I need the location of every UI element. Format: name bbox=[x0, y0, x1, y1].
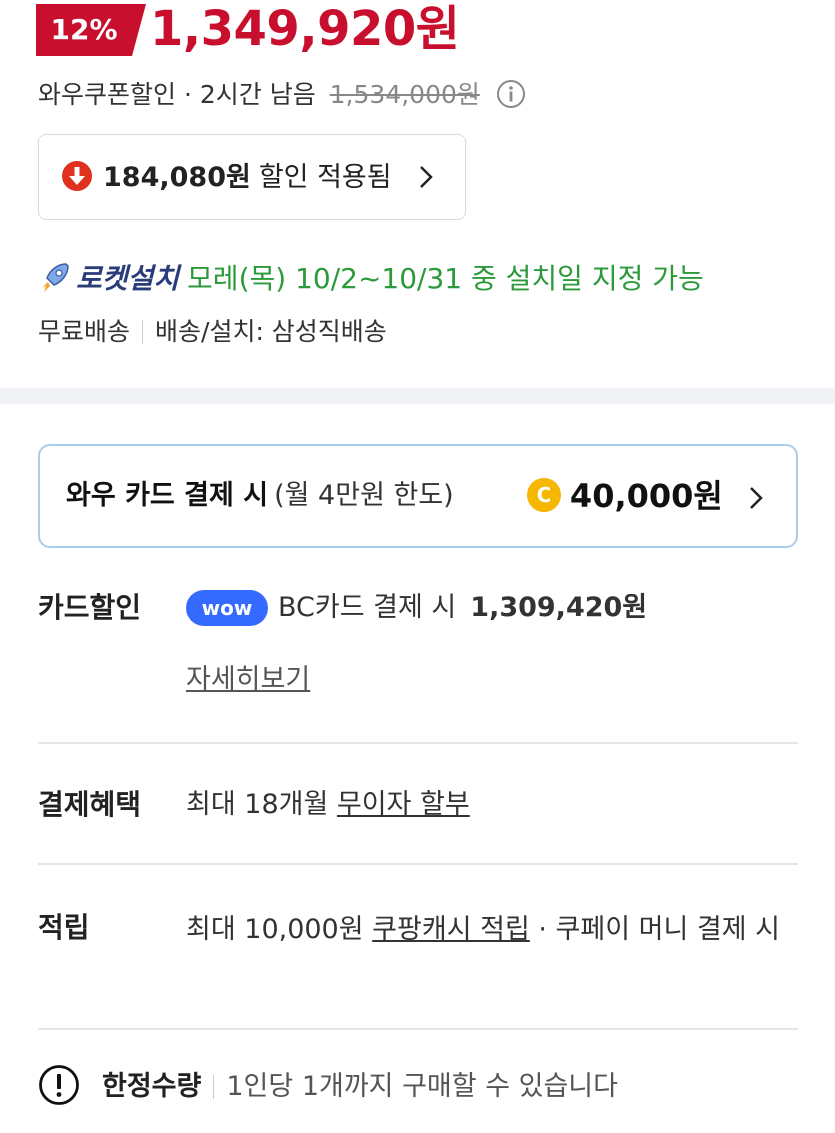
installment-prefix: 최대 18개월 bbox=[186, 789, 329, 820]
points-suffix: · 쿠페이 머니 결제 시 bbox=[538, 914, 781, 945]
discount-label: 할인 적용됨 bbox=[258, 162, 392, 193]
free-shipping: 무료배송 bbox=[38, 317, 131, 346]
interest-free-installment-link[interactable]: 무이자 할부 bbox=[337, 789, 470, 820]
card-discount-value: BC카드 결제 시 1,309,420원 bbox=[278, 588, 647, 628]
coin-letter: C bbox=[537, 483, 552, 507]
install-schedule: 모레(목) 10/2~10/31 중 설치일 지정 가능 bbox=[187, 262, 704, 295]
limited-quantity-row: 한정수량 1인당 1개까지 구매할 수 있습니다 bbox=[38, 1064, 618, 1109]
rocket-install-brand: 로켓설치 bbox=[76, 262, 180, 295]
divider bbox=[38, 742, 798, 744]
wow-card-benefit-button[interactable]: 와우 카드 결제 시 (월 4만원 한도) C 40,000원 bbox=[38, 444, 798, 548]
limited-quantity-text: 1인당 1개까지 구매할 수 있습니다 bbox=[226, 1071, 618, 1102]
rocket-icon bbox=[36, 258, 74, 296]
chevron-right-icon bbox=[418, 139, 434, 225]
divider bbox=[142, 320, 144, 344]
rocket-install-row: 로켓설치 모레(목) 10/2~10/31 중 설치일 지정 가능 bbox=[36, 258, 704, 300]
payment-benefit-value: 최대 18개월 무이자 할부 bbox=[186, 785, 470, 825]
wow-card-title: 와우 카드 결제 시 bbox=[66, 480, 269, 511]
points-value: 최대 10,000원 쿠팡캐시 적립 · 쿠페이 머니 결제 시 bbox=[186, 908, 798, 952]
points-prefix: 최대 10,000원 bbox=[186, 914, 364, 945]
divider bbox=[38, 863, 798, 865]
section-divider bbox=[0, 388, 835, 404]
points-label: 적립 bbox=[38, 911, 90, 944]
exclamation-icon bbox=[38, 1064, 80, 1106]
discount-rate: 12% bbox=[50, 13, 118, 46]
discount-amount: 184,080원 bbox=[103, 162, 251, 193]
coupon-label: 와우쿠폰할인 · 2시간 남음 bbox=[38, 80, 316, 109]
shipping-row: 무료배송 배송/설치: 삼성직배송 bbox=[38, 312, 387, 352]
discount-applied-button[interactable]: 184,080원 할인 적용됨 bbox=[38, 134, 466, 220]
info-icon[interactable] bbox=[496, 79, 526, 109]
wow-badge-text: wow bbox=[201, 596, 253, 620]
coupon-row: 와우쿠폰할인 · 2시간 남음 1,534,000원 bbox=[38, 76, 526, 114]
down-arrow-circle-icon bbox=[61, 141, 93, 191]
wow-card-reward: 40,000원 bbox=[569, 477, 723, 515]
original-price: 1,534,000원 bbox=[329, 80, 480, 109]
divider bbox=[38, 1028, 798, 1030]
coupang-cash-link[interactable]: 쿠팡캐시 적립 bbox=[372, 914, 530, 945]
chevron-right-icon bbox=[748, 450, 764, 550]
limited-quantity-label: 한정수량 bbox=[102, 1071, 202, 1102]
sale-price: 1,349,920원 bbox=[150, 1, 460, 57]
card-discount-label: 카드할인 bbox=[38, 591, 142, 624]
wow-card-limit: (월 4만원 한도) bbox=[274, 480, 454, 511]
installer-info: 배송/설치: 삼성직배송 bbox=[155, 317, 387, 346]
see-details-link[interactable]: 자세히보기 bbox=[186, 660, 310, 700]
card-discount-text: BC카드 결제 시 bbox=[278, 592, 457, 623]
payment-benefit-label: 결제혜택 bbox=[38, 788, 142, 821]
divider bbox=[213, 1075, 215, 1099]
card-discount-amount: 1,309,420원 bbox=[470, 592, 648, 623]
coin-icon: C bbox=[526, 452, 562, 512]
